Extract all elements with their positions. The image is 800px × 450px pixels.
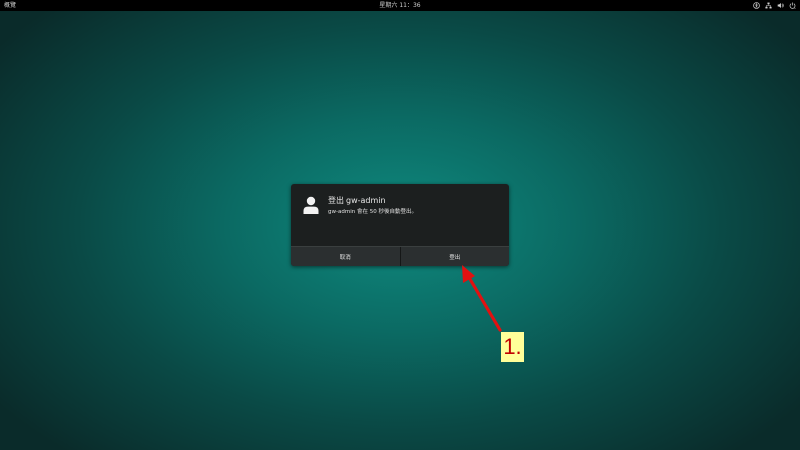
top-bar: 概覽 星期六 11：36 <box>0 0 800 11</box>
annotation-step-label: 1. <box>501 332 524 362</box>
system-tray[interactable] <box>753 2 796 9</box>
desktop: 概覽 星期六 11：36 登出 gw-admin gw-admin 會在 50 … <box>0 0 800 450</box>
network-icon[interactable] <box>765 2 772 9</box>
dialog-title-prefix: 登出 <box>328 196 344 205</box>
user-avatar-icon <box>303 196 319 214</box>
logout-dialog: 登出 gw-admin gw-admin 會在 50 秒後自動登出。 取消 登出 <box>291 184 509 266</box>
accessibility-icon[interactable] <box>753 2 760 9</box>
dialog-title-user: gw-admin <box>346 196 386 205</box>
dialog-body: 登出 gw-admin gw-admin 會在 50 秒後自動登出。 <box>291 184 509 246</box>
dialog-title: 登出 gw-admin <box>328 195 386 206</box>
annotation-arrow <box>455 262 510 334</box>
volume-icon[interactable] <box>777 2 784 9</box>
power-icon[interactable] <box>789 2 796 9</box>
clock[interactable]: 星期六 11：36 <box>0 0 800 11</box>
dialog-message: gw-admin 會在 50 秒後自動登出。 <box>328 209 417 215</box>
cancel-button[interactable]: 取消 <box>291 247 400 266</box>
